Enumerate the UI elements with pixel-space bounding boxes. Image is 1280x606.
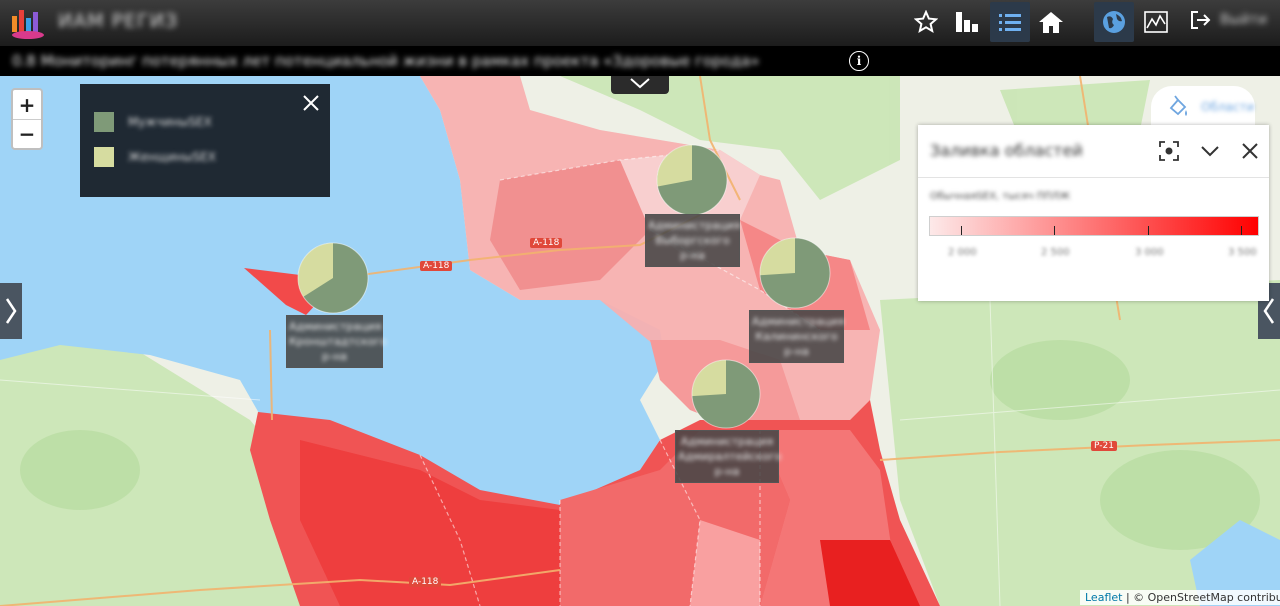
pie-label-vyborgsky: Администрация Выборгского р-на — [645, 214, 740, 267]
top-bar: ИАМ РЕГИЗ Выйти — [0, 0, 1280, 46]
scale-label: 3 500 — [1228, 247, 1257, 258]
close-panel-button[interactable] — [1236, 137, 1264, 165]
logout-button[interactable]: Выйти — [1190, 10, 1267, 30]
fill-areas-tab[interactable]: Области — [1151, 86, 1255, 128]
close-icon — [1242, 143, 1258, 159]
charts-button[interactable] — [947, 2, 987, 42]
road-label-a118: A-118 — [409, 577, 442, 587]
pie-label-kalininsky: Администрация Калининского р-на — [749, 310, 844, 363]
focus-button[interactable] — [1155, 137, 1183, 165]
legend-label: ЖенщиныSEX — [128, 150, 216, 164]
scale-label: 2 500 — [1041, 247, 1070, 258]
osm-attribution: | © OpenStreetMap contributors — [1125, 591, 1280, 604]
home-icon — [1039, 12, 1063, 33]
scale-label: 3 000 — [1135, 247, 1164, 258]
globe-icon — [1103, 11, 1125, 33]
pie-label-admiralteysky: Администрация Адмиралтейского р-на — [675, 430, 782, 483]
road-label-r21: P-21 — [1091, 441, 1117, 451]
favorites-button[interactable] — [906, 2, 946, 42]
divider — [918, 177, 1269, 178]
info-icon[interactable]: i — [849, 51, 869, 71]
app-logo-icon[interactable] — [8, 6, 48, 40]
fill-areas-panel: Заливка областей ОбычнаяSEX, тысяч ППЛЖ … — [918, 125, 1269, 301]
list-icon — [999, 14, 1021, 31]
line-chart-icon — [1144, 11, 1168, 33]
analytics-button[interactable] — [1136, 2, 1176, 42]
focus-target-icon — [1159, 141, 1179, 161]
zoom-in-button[interactable]: + — [13, 90, 41, 119]
panel-title: Заливка областей — [930, 141, 1083, 160]
legend-swatch-female — [94, 147, 114, 167]
zoom-control: + − — [11, 88, 43, 150]
bar-chart-icon — [956, 12, 978, 32]
logout-label: Выйти — [1220, 12, 1268, 28]
collapse-panel-button[interactable] — [1196, 137, 1224, 165]
indicator-name: ОбычнаяSEX, тысяч ППЛЖ — [930, 191, 1071, 202]
scale-tick — [1241, 226, 1242, 235]
subtitle-bar: 0.8 Мониторинг потерянных лет потенциаль… — [0, 46, 1280, 76]
chevron-down-icon — [630, 78, 650, 89]
road-label-a118: A-118 — [530, 238, 563, 248]
legend-item: ЖенщиныSEX — [94, 147, 216, 167]
map-attribution: Leaflet | © OpenStreetMap contributors — [1080, 590, 1280, 605]
list-button[interactable] — [990, 2, 1030, 42]
legend-swatch-male — [94, 112, 114, 132]
chevron-down-icon — [1201, 146, 1219, 157]
star-icon — [914, 10, 938, 34]
scale-label: 2 000 — [948, 247, 977, 258]
leaflet-link[interactable]: Leaflet — [1085, 591, 1122, 604]
chevron-right-icon — [5, 298, 17, 324]
home-button[interactable] — [1031, 2, 1071, 42]
app-root: A-118 A-118 A-118 P-21 Администрация Выбо… — [0, 0, 1280, 606]
road-label-a118: A-118 — [420, 261, 453, 271]
color-scale — [929, 216, 1259, 236]
scale-tick — [1054, 226, 1055, 235]
close-icon[interactable] — [300, 92, 322, 114]
scale-tick — [1148, 226, 1149, 235]
scale-tick — [961, 226, 962, 235]
paint-bucket-icon — [1169, 95, 1187, 116]
fill-tab-label: Области — [1201, 100, 1255, 114]
legend-label: МужчиныSEX — [128, 115, 212, 129]
legend-panel: МужчиныSEX ЖенщиныSEX — [80, 84, 330, 197]
zoom-out-button[interactable]: − — [13, 119, 41, 148]
left-panel-toggle[interactable] — [0, 283, 22, 339]
page-title: 0.8 Мониторинг потерянных лет потенциаль… — [12, 52, 760, 70]
map-view-button[interactable] — [1094, 2, 1134, 42]
app-title: ИАМ РЕГИЗ — [58, 10, 179, 32]
legend-item: МужчиныSEX — [94, 112, 212, 132]
logout-icon — [1191, 11, 1211, 29]
pie-label-kronshtadtsky: Администрация Кронштадтского р-на — [286, 315, 387, 368]
